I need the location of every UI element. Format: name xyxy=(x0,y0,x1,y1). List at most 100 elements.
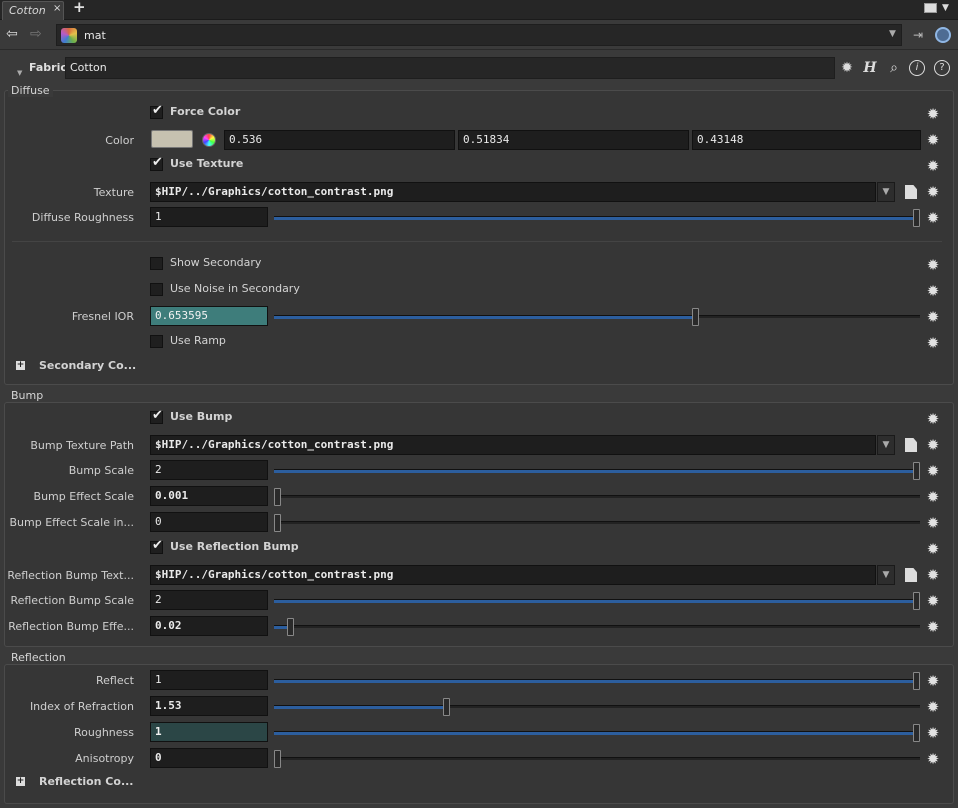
reflection-bump-effect-field[interactable]: 0.02 xyxy=(150,616,268,636)
reflect-label: Reflect xyxy=(96,674,134,687)
color-g-field[interactable]: 0.51834 xyxy=(458,130,689,150)
add-tab-icon[interactable]: + xyxy=(73,0,86,16)
tab-cotton[interactable]: Cotton × xyxy=(2,1,64,20)
help-icon[interactable]: ? xyxy=(934,60,950,76)
gear-icon[interactable]: ✹ xyxy=(925,257,941,273)
gear-icon[interactable]: ✹ xyxy=(925,411,941,427)
gear-icon[interactable]: ✹ xyxy=(925,541,941,557)
bump-effect-scale-field[interactable]: 0.001 xyxy=(150,486,268,506)
gear-icon[interactable]: ✹ xyxy=(925,210,941,226)
gear-icon[interactable]: ✹ xyxy=(925,106,941,122)
gear-icon[interactable]: ✹ xyxy=(925,673,941,689)
gear-icon[interactable]: ✹ xyxy=(925,619,941,635)
bump-texture-path-field[interactable]: $HIP/../Graphics/cotton_contrast.png xyxy=(150,435,876,455)
slider-handle[interactable] xyxy=(913,462,920,480)
reflect-field[interactable]: 1 xyxy=(150,670,268,690)
diffuse-roughness-slider[interactable] xyxy=(274,209,920,227)
network-path-field[interactable]: mat ▼ xyxy=(56,24,902,46)
link-group-icon[interactable] xyxy=(935,27,951,43)
pane-layout-icon[interactable] xyxy=(924,3,937,13)
reflection-bump-effect-slider[interactable] xyxy=(274,618,920,636)
gear-icon[interactable]: ✹ xyxy=(925,463,941,479)
slider-handle[interactable] xyxy=(913,724,920,742)
gear-icon[interactable]: ✹ xyxy=(838,59,856,77)
slider-handle[interactable] xyxy=(913,209,920,227)
chevron-down-icon[interactable]: ▼ xyxy=(942,3,949,13)
bump-effect-scale-in-slider[interactable] xyxy=(274,514,920,532)
chevron-down-icon[interactable]: ▼ xyxy=(889,29,896,39)
slider-handle[interactable] xyxy=(443,698,451,716)
roughness-field[interactable]: 1 xyxy=(150,722,268,742)
gear-icon[interactable]: ✹ xyxy=(925,699,941,715)
bump-effect-scale-in-field[interactable]: 0 xyxy=(150,512,268,532)
secondary-folder-label[interactable]: Secondary Co... xyxy=(39,359,136,372)
gear-icon[interactable]: ✹ xyxy=(925,309,941,325)
fresnel-ior-slider[interactable] xyxy=(274,308,920,326)
bump-scale-slider[interactable] xyxy=(274,462,920,480)
close-icon[interactable]: × xyxy=(53,3,61,14)
gear-icon[interactable]: ✹ xyxy=(925,567,941,583)
houdini-h-icon[interactable]: H xyxy=(861,59,879,77)
divider xyxy=(12,241,942,242)
gear-icon[interactable]: ✹ xyxy=(925,593,941,609)
slider-handle[interactable] xyxy=(274,750,281,768)
color-wheel-icon[interactable] xyxy=(202,133,216,147)
anisotropy-slider[interactable] xyxy=(274,750,920,768)
slider-handle[interactable] xyxy=(913,592,920,610)
gear-icon[interactable]: ✹ xyxy=(925,725,941,741)
reflection-bump-texture-field[interactable]: $HIP/../Graphics/cotton_contrast.png xyxy=(150,565,876,585)
bump-effect-scale-slider[interactable] xyxy=(274,488,920,506)
use-ramp-checkbox[interactable] xyxy=(150,335,163,348)
forward-arrow-icon[interactable]: ⇨ xyxy=(30,26,42,42)
search-icon[interactable]: ⌕ xyxy=(885,59,903,77)
chevron-down-icon[interactable]: ▼ xyxy=(877,435,895,455)
chevron-down-icon[interactable]: ▼ xyxy=(877,182,895,202)
node-name-field[interactable]: Cotton xyxy=(65,57,835,79)
bump-scale-field[interactable]: 2 xyxy=(150,460,268,480)
color-swatch[interactable] xyxy=(151,130,193,148)
path-text: mat xyxy=(84,29,106,42)
slider-handle[interactable] xyxy=(274,488,281,506)
gear-icon[interactable]: ✹ xyxy=(925,132,941,148)
slider-handle[interactable] xyxy=(691,308,699,326)
roughness-slider[interactable] xyxy=(274,724,920,742)
use-reflection-bump-checkbox[interactable] xyxy=(150,538,163,554)
info-icon[interactable]: i xyxy=(909,60,925,76)
reflection-bump-scale-field[interactable]: 2 xyxy=(150,590,268,610)
gear-icon[interactable]: ✹ xyxy=(925,158,941,174)
chevron-down-icon[interactable]: ▼ xyxy=(877,565,895,585)
use-bump-checkbox[interactable] xyxy=(150,408,163,424)
anisotropy-field[interactable]: 0 xyxy=(150,748,268,768)
slider-handle[interactable] xyxy=(913,672,920,690)
use-ramp-label: Use Ramp xyxy=(170,334,226,347)
gear-icon[interactable]: ✹ xyxy=(925,751,941,767)
pin-icon[interactable]: ⇥ xyxy=(913,28,923,42)
gear-icon[interactable]: ✹ xyxy=(925,515,941,531)
use-bump-label: Use Bump xyxy=(170,410,233,423)
use-noise-secondary-checkbox[interactable] xyxy=(150,283,163,296)
gear-icon[interactable]: ✹ xyxy=(925,437,941,453)
color-r-field[interactable]: 0.536 xyxy=(224,130,455,150)
texture-path-field[interactable]: $HIP/../Graphics/cotton_contrast.png xyxy=(150,182,876,202)
gear-icon[interactable]: ✹ xyxy=(925,283,941,299)
color-b-field[interactable]: 0.43148 xyxy=(692,130,921,150)
back-arrow-icon[interactable]: ⇦ xyxy=(6,26,18,42)
reflection-folder-label[interactable]: Reflection Co... xyxy=(39,775,133,788)
index-of-refraction-field[interactable]: 1.53 xyxy=(150,696,268,716)
expand-icon[interactable]: + xyxy=(16,361,25,370)
reflect-slider[interactable] xyxy=(274,672,920,690)
chevron-down-icon[interactable]: ▼ xyxy=(17,69,22,77)
index-of-refraction-slider[interactable] xyxy=(274,698,920,716)
show-secondary-checkbox[interactable] xyxy=(150,257,163,270)
gear-icon[interactable]: ✹ xyxy=(925,184,941,200)
gear-icon[interactable]: ✹ xyxy=(925,335,941,351)
gear-icon[interactable]: ✹ xyxy=(925,489,941,505)
force-color-checkbox[interactable] xyxy=(150,103,163,119)
use-texture-checkbox[interactable] xyxy=(150,155,163,171)
diffuse-roughness-field[interactable]: 1 xyxy=(150,207,268,227)
expand-icon[interactable]: + xyxy=(16,777,25,786)
slider-handle[interactable] xyxy=(274,514,281,532)
fresnel-ior-field[interactable]: 0.653595 xyxy=(150,306,268,326)
reflection-bump-scale-slider[interactable] xyxy=(274,592,920,610)
slider-handle[interactable] xyxy=(286,618,294,636)
